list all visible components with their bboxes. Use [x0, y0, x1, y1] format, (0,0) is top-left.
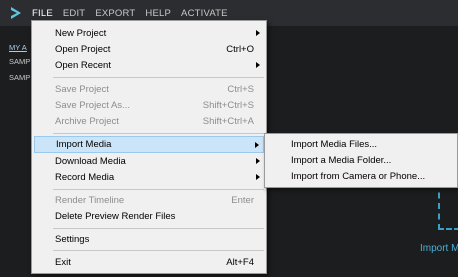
shortcut-label: Alt+F4 [226, 256, 254, 268]
menu-file[interactable]: FILE [32, 8, 53, 19]
menu-item-label: Import Media [56, 139, 112, 150]
shortcut-label: Ctrl+O [226, 43, 254, 55]
import-media-submenu: Import Media Files... Import a Media Fol… [264, 133, 458, 188]
menu-item-label: Delete Preview Render Files [55, 210, 176, 222]
menu-edit[interactable]: EDIT [63, 8, 85, 19]
submenu-item-import-from-camera[interactable]: Import from Camera or Phone... [267, 168, 455, 184]
menu-item-settings[interactable]: Settings [34, 231, 264, 247]
menu-item-save-project-as[interactable]: Save Project As... Shift+Ctrl+S [34, 97, 264, 113]
menu-item-render-timeline[interactable]: Render Timeline Enter [34, 192, 264, 208]
menu-export[interactable]: EXPORT [95, 8, 135, 19]
submenu-arrow-icon [256, 158, 260, 164]
menu-item-label: Import from Camera or Phone... [291, 170, 426, 182]
menu-item-save-project[interactable]: Save Project Ctrl+S [34, 81, 264, 97]
file-menu-dropdown: New Project Open Project Ctrl+O Open Rec… [31, 20, 267, 274]
menu-item-label: Archive Project [55, 115, 119, 127]
shortcut-label: Enter [231, 194, 254, 206]
menu-item-new-project[interactable]: New Project [34, 25, 264, 41]
menu-item-label: Save Project [55, 83, 109, 95]
import-media-hint[interactable]: Import M [420, 243, 458, 254]
menu-item-label: Import a Media Folder... [291, 154, 392, 166]
shortcut-label: Shift+Ctrl+A [202, 115, 254, 127]
shortcut-label: Shift+Ctrl+S [202, 99, 254, 111]
menu-item-label: Open Project [55, 43, 111, 55]
menu-separator [53, 77, 264, 78]
submenu-arrow-icon [255, 142, 259, 148]
media-drop-zone[interactable] [438, 182, 458, 230]
menu-help[interactable]: HELP [145, 8, 171, 19]
menu-item-open-recent[interactable]: Open Recent [34, 57, 264, 73]
media-list-item[interactable]: SAMP [9, 73, 30, 82]
menu-item-exit[interactable]: Exit Alt+F4 [34, 254, 264, 270]
menu-item-label: Exit [55, 256, 71, 268]
menu-separator [53, 228, 264, 229]
submenu-item-import-media-files[interactable]: Import Media Files... [267, 136, 455, 152]
shortcut-label: Ctrl+S [227, 83, 254, 95]
menu-item-download-media[interactable]: Download Media [34, 153, 264, 169]
menu-item-label: Render Timeline [55, 194, 125, 206]
menu-item-label: Record Media [55, 171, 115, 183]
menu-item-label: New Project [55, 27, 107, 39]
menu-separator [53, 189, 264, 190]
menu-item-archive-project[interactable]: Archive Project Shift+Ctrl+A [34, 113, 264, 129]
menu-item-label: Open Recent [55, 59, 111, 71]
menu-activate[interactable]: ACTIVATE [181, 8, 228, 19]
menu-item-open-project[interactable]: Open Project Ctrl+O [34, 41, 264, 57]
menu-item-label: Settings [55, 233, 90, 245]
app-logo-icon [8, 5, 24, 21]
media-list-item[interactable]: SAMP [9, 57, 30, 66]
menu-item-import-media[interactable]: Import Media [34, 136, 264, 153]
submenu-item-import-media-folder[interactable]: Import a Media Folder... [267, 152, 455, 168]
menu-separator [53, 250, 264, 251]
menu-item-label: Save Project As... [55, 99, 130, 111]
menu-item-delete-preview-render-files[interactable]: Delete Preview Render Files [34, 208, 264, 224]
menu-item-record-media[interactable]: Record Media [34, 169, 264, 185]
menu-item-label: Import Media Files... [291, 138, 378, 150]
submenu-arrow-icon [256, 174, 260, 180]
submenu-arrow-icon [256, 30, 260, 36]
submenu-arrow-icon [256, 62, 260, 68]
menu-separator [53, 133, 264, 134]
my-media-link[interactable]: MY A [9, 43, 27, 52]
menu-item-label: Download Media [55, 155, 126, 167]
